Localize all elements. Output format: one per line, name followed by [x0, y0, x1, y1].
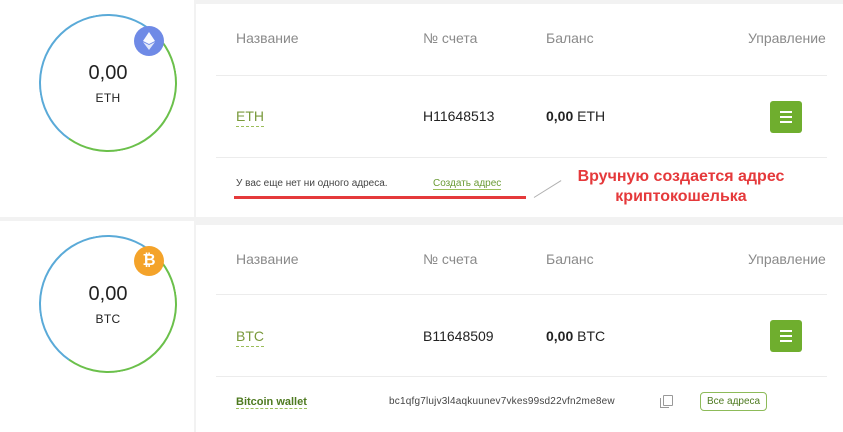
highlight-underline: [234, 196, 526, 199]
btc-balance-value: 0,00: [546, 328, 574, 344]
header-account: № счета: [423, 30, 478, 46]
ethereum-icon: [134, 26, 164, 56]
copy-icon[interactable]: [660, 395, 673, 408]
btc-manage-button[interactable]: [770, 320, 802, 352]
btc-summary-panel: 0,00 BTC ₿: [0, 221, 194, 432]
menu-icon-bar: [780, 121, 792, 123]
eth-ring-value: 0,00: [88, 62, 128, 84]
divider: [216, 376, 827, 377]
eth-balance-currency: ETH: [577, 108, 606, 124]
menu-icon-bar: [780, 340, 792, 342]
divider: [216, 157, 827, 158]
btc-account-name-link[interactable]: BTC: [236, 328, 264, 347]
eth-account-number: H11648513: [423, 108, 495, 124]
divider: [216, 294, 827, 295]
create-address-link[interactable]: Создать адрес: [433, 178, 502, 190]
header-balance: Баланс: [546, 30, 594, 46]
eth-balance-value: 0,00: [546, 108, 574, 124]
bitcoin-icon: ₿: [134, 246, 164, 276]
all-addresses-button[interactable]: Все адреса: [700, 392, 768, 411]
btc-details-panel: Название № счета Баланс Управление BTC B…: [196, 225, 843, 432]
btc-balance-currency: BTC: [577, 328, 606, 344]
menu-icon: [780, 111, 792, 113]
header-manage: Управление: [748, 30, 826, 46]
header-manage: Управление: [748, 251, 826, 267]
eth-ring-text: 0,00 ETH: [39, 62, 177, 105]
annotation-line-1: Вручную создается адрес: [577, 168, 785, 185]
btc-ring-currency: BTC: [95, 312, 121, 326]
eth-balance: 0,00 ETH: [546, 108, 605, 124]
header-account: № счета: [423, 251, 478, 267]
no-address-text: У вас еще нет ни одного адреса.: [236, 178, 388, 189]
header-name: Название: [236, 30, 299, 46]
bitcoin-wallet-link[interactable]: Bitcoin wallet: [236, 396, 307, 409]
divider: [216, 75, 827, 76]
header-name: Название: [236, 251, 299, 267]
eth-manage-button[interactable]: [770, 101, 802, 133]
btc-balance: 0,00 BTC: [546, 328, 605, 344]
btc-ring-text: 0,00 BTC: [39, 283, 177, 326]
eth-account-name-link[interactable]: ETH: [236, 108, 264, 127]
menu-icon-bar: [780, 116, 792, 118]
ethereum-glyph-icon: [143, 32, 155, 50]
annotation-text: Вручную создается адрес криптокошелька: [551, 167, 811, 207]
btc-account-card: 0,00 BTC ₿ Название № счета Баланс Управ…: [0, 221, 843, 432]
btc-account-number: B11648509: [423, 328, 494, 344]
wallet-address: bc1qfg7lujv3l4aqkuunev7vkes99sd22vfn2me8…: [389, 396, 615, 407]
btc-ring-value: 0,00: [88, 283, 128, 305]
eth-ring-currency: ETH: [95, 91, 121, 105]
menu-icon: [780, 330, 792, 332]
eth-summary-panel: 0,00 ETH: [0, 0, 194, 217]
menu-icon-bar: [780, 335, 792, 337]
annotation-line-2: криптокошелька: [615, 188, 747, 205]
header-balance: Баланс: [546, 251, 594, 267]
